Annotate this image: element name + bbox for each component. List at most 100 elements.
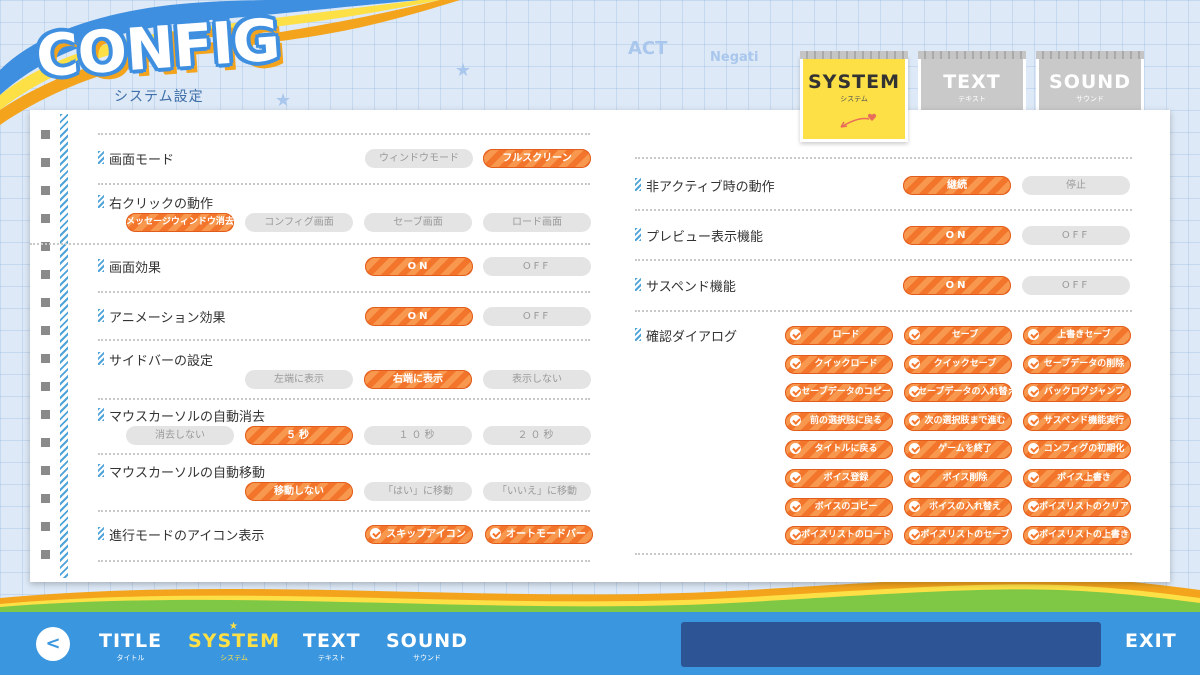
confirm-dialog-checkbox[interactable]: 上書きセーブ [1023,326,1131,345]
confirm-dialog-checkbox[interactable]: セーブ [904,326,1012,345]
nav-sublabel: システム [220,654,248,662]
cursor-hide-20s-button[interactable]: ２０秒 [483,426,591,445]
suspend-on-button[interactable]: ON [903,276,1011,295]
nav-sublabel: サウンド [412,654,441,662]
preview-on-button[interactable]: ON [903,226,1011,245]
skip-icon-checkbox[interactable]: スキップアイコン [365,525,473,544]
tab-label: SOUND [1049,71,1131,93]
load-screen-button[interactable]: ロード画面 [483,213,591,232]
tab-label: SYSTEM [808,71,900,93]
confirm-dialog-checkbox[interactable]: コンフィグの初期化 [1023,440,1131,460]
animation-label: アニメーション効果 [98,307,225,326]
cursor-move-label: マウスカーソルの自動移動 [98,462,265,481]
confirm-dialog-checkbox[interactable]: ボイス削除 [904,469,1012,488]
config-logo: CONFIG [33,5,282,91]
cursor-move-none-button[interactable]: 移動しない [245,482,353,501]
sidebar-label: サイドバーの設定 [98,350,213,369]
confirm-dialog-checkbox[interactable]: バックログジャンプ [1023,383,1131,403]
confirm-dialog-label: 確認ダイアログ [635,326,737,345]
icon-display-label: 進行モードのアイコン表示 [98,525,264,544]
heart-arrow-icon [840,113,877,128]
tab-label: TEXT [943,71,1001,93]
confirm-dialog-checkbox[interactable]: ボイス上書き [1023,469,1131,488]
confirm-dialog-checkbox[interactable]: サスペンド機能実行 [1023,411,1131,431]
star-icon: ★ [228,621,238,632]
nav-sublabel: タイトル [116,654,145,662]
nav-label: SOUND [386,630,468,652]
nav-title[interactable]: TITLE タイトル [99,630,162,663]
confirm-dialog-checkbox[interactable]: クイックロード [785,354,893,374]
right-click-label: 右クリックの動作 [98,193,213,212]
animation-on-button[interactable]: ON [365,307,473,326]
suspend-label: サスペンド機能 [635,276,736,295]
preview-off-button[interactable]: OFF [1022,226,1130,245]
auto-mode-bar-checkbox[interactable]: オートモードバー [485,525,593,544]
confirm-dialog-checkbox[interactable]: セーブデータの削除 [1023,354,1131,374]
bottom-nav-bar: < TITLE タイトル ★ SYSTEM システム TEXT テキスト SOU… [0,612,1200,675]
preview-label: プレビュー表示機能 [635,226,763,245]
message-box [681,622,1101,667]
save-screen-button[interactable]: セーブ画面 [364,213,472,232]
star-doodle: ★ [455,60,472,81]
tab-sound[interactable]: SOUND サウンド [1036,51,1144,114]
nav-label: SYSTEM [188,630,280,652]
confirm-dialog-checkbox[interactable]: ボイスリストの上書き [1023,526,1131,546]
cursor-hide-label: マウスカーソルの自動消去 [98,406,265,425]
confirm-dialog-checkbox[interactable]: セーブデータの入れ替え [904,383,1012,403]
nav-sound[interactable]: SOUND サウンド [386,630,468,663]
cursor-hide-10s-button[interactable]: １０秒 [364,426,472,445]
page-subtitle: システム設定 [114,89,204,105]
back-button[interactable]: < [36,627,70,661]
tab-text[interactable]: TEXT テキスト [918,51,1026,114]
nav-text[interactable]: TEXT テキスト [303,630,361,663]
inactive-label: 非アクティブ時の動作 [635,176,775,195]
suspend-off-button[interactable]: OFF [1022,276,1130,295]
confirm-dialog-checkbox[interactable]: ロード [785,326,893,345]
confirm-dialog-checkbox[interactable]: 前の選択肢に戻る [785,411,893,431]
confirm-dialog-checkbox[interactable]: タイトルに戻る [785,440,893,460]
sidebar-right-button[interactable]: 右端に表示 [364,370,472,389]
sidebar-left-button[interactable]: 左端に表示 [245,370,353,389]
spine-stripe [60,114,68,578]
confirm-dialog-checkbox[interactable]: ボイスのコピー [785,497,893,517]
act-doodle: ACT [628,38,668,59]
confirm-dialog-checkbox[interactable]: セーブデータのコピー [785,383,893,403]
notebook-binding [34,110,56,582]
cursor-hide-never-button[interactable]: 消去しない [126,426,234,445]
fullscreen-button[interactable]: フルスクリーン [483,149,591,168]
star-doodle: ★ [275,90,292,111]
tab-sublabel: テキスト [958,95,986,103]
nav-label: TEXT [303,630,361,652]
screen-mode-label: 画面モード [98,149,174,168]
sidebar-hide-button[interactable]: 表示しない [483,370,591,389]
tab-system[interactable]: SYSTEM システム [800,51,908,142]
confirm-dialog-checkbox[interactable]: ボイスリストのロード [785,526,893,546]
confirm-dialog-checkbox[interactable]: ボイスリストのセーブ [904,526,1012,546]
inactive-stop-button[interactable]: 停止 [1022,176,1130,195]
settings-panel: 画面モード ウィンドウモード フルスクリーン 右クリックの動作 メッセージウィン… [30,110,1170,582]
inactive-continue-button[interactable]: 継続 [903,176,1011,195]
tab-sublabel: サウンド [1076,95,1104,103]
confirm-dialog-checkbox[interactable]: ゲームを終了 [904,440,1012,460]
confirm-dialog-checkbox[interactable]: ボイスの入れ替え [904,497,1012,517]
nav-sublabel: テキスト [317,654,346,662]
window-mode-button[interactable]: ウィンドウモード [365,149,473,168]
screen-effect-on-button[interactable]: ON [365,257,473,276]
confirm-dialog-checkbox[interactable]: クイックセーブ [904,354,1012,374]
screen-effect-off-button[interactable]: OFF [483,257,591,276]
hide-message-window-button[interactable]: メッセージウィンドウ消去 [126,213,234,232]
config-title: CONFIG システム設定 [34,6,281,105]
cursor-move-no-button[interactable]: 「いいえ」に移動 [483,482,591,501]
animation-off-button[interactable]: OFF [483,307,591,326]
cursor-hide-5s-button[interactable]: ５秒 [245,426,353,445]
negati-doodle: Negati [710,50,759,65]
tab-sublabel: システム [840,95,868,103]
nav-label: TITLE [99,630,163,652]
exit-button[interactable]: EXIT [1125,630,1177,652]
confirm-dialog-checkbox[interactable]: ボイス登録 [785,469,893,488]
cursor-move-yes-button[interactable]: 「はい」に移動 [364,482,472,501]
nav-system[interactable]: ★ SYSTEM システム [188,621,280,663]
confirm-dialog-checkbox[interactable]: 次の選択肢まで進む [904,411,1012,431]
config-screen-button[interactable]: コンフィグ画面 [245,213,353,232]
confirm-dialog-checkbox[interactable]: ボイスリストのクリア [1023,497,1131,517]
